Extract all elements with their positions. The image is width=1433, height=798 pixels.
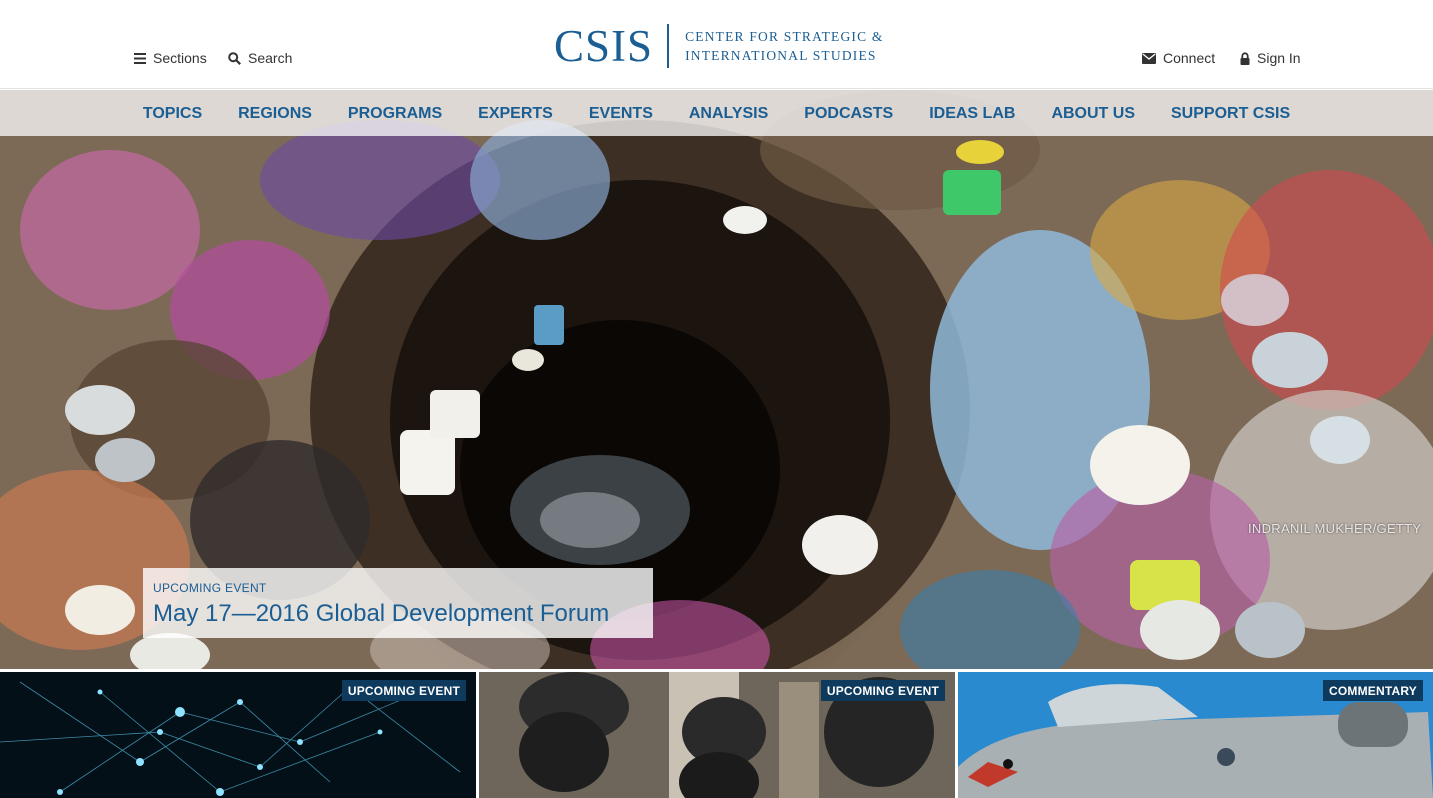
primary-nav: TOPICS REGIONS PROGRAMS EXPERTS EVENTS A… [0,90,1433,136]
card-aircraft-commentary[interactable]: COMMENTARY [958,672,1433,798]
content-cards: UPCOMING EVENT UPCOMING EVENT COMMENTARY [0,672,1433,798]
nav-support-csis[interactable]: SUPPORT CSIS [1171,105,1290,123]
sections-button[interactable]: Sections [134,50,207,66]
nav-analysis[interactable]: ANALYSIS [689,105,768,123]
hamburger-icon [134,52,146,64]
sign-in-button[interactable]: Sign In [1240,50,1301,66]
logo-wordmark: CENTER FOR STRATEGIC & INTERNATIONAL STU… [685,27,884,65]
nav-about-us[interactable]: ABOUT US [1051,105,1135,123]
envelope-icon [1142,52,1156,64]
featured-event-card[interactable]: UPCOMING EVENT May 17—2016 Global Develo… [143,568,653,638]
search-button[interactable]: Search [228,50,292,66]
featured-event-kicker: UPCOMING EVENT [153,581,267,595]
nav-regions[interactable]: REGIONS [238,105,312,123]
csis-logo[interactable]: CSIS CENTER FOR STRATEGIC & INTERNATIONA… [554,22,884,70]
search-icon [228,51,241,65]
card-gasmask-event[interactable]: UPCOMING EVENT [479,672,955,798]
logo-line-1: CENTER FOR STRATEGIC & [685,29,884,44]
lock-icon [1240,51,1250,65]
nav-topics[interactable]: TOPICS [143,105,202,123]
logo-line-2: INTERNATIONAL STUDIES [685,48,877,63]
search-label: Search [248,50,293,66]
featured-event-title[interactable]: May 17—2016 Global Development Forum [153,600,643,628]
card-badge: COMMENTARY [1323,680,1423,701]
nav-programs[interactable]: PROGRAMS [348,105,442,123]
logo-mark: CSIS [554,20,654,71]
card-badge: UPCOMING EVENT [820,680,945,701]
connect-button[interactable]: Connect [1142,50,1215,66]
card-network-event[interactable]: UPCOMING EVENT [0,672,476,798]
nav-events[interactable]: EVENTS [589,105,653,123]
nav-podcasts[interactable]: PODCASTS [804,105,893,123]
site-header: Sections Search CSIS CENTER FOR STRATEGI… [0,0,1433,89]
card-badge: UPCOMING EVENT [341,680,466,701]
sections-label: Sections [153,50,207,66]
nav-ideas-lab[interactable]: IDEAS LAB [929,105,1015,123]
photo-credit: INDRANIL MUKHER/GETTY [1248,521,1422,536]
nav-experts[interactable]: EXPERTS [478,105,553,123]
sign-in-label: Sign In [1257,50,1301,66]
logo-divider [667,24,670,68]
connect-label: Connect [1163,50,1216,66]
